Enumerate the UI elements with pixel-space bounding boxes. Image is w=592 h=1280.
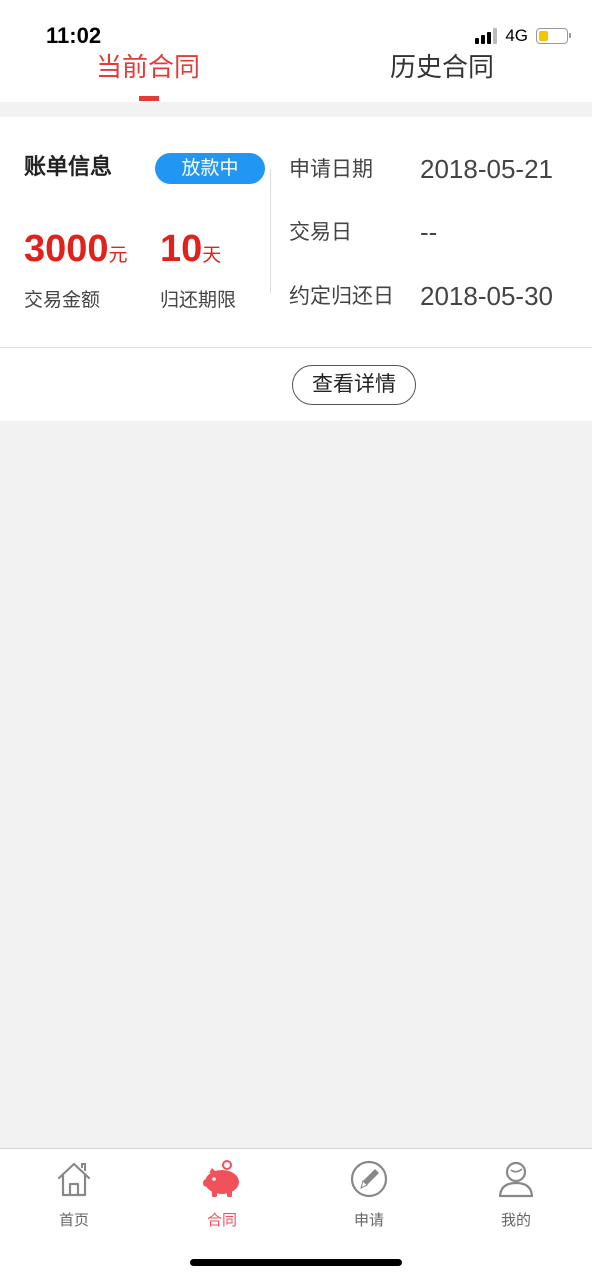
amount-label: 交易金额	[24, 289, 101, 311]
repayment-term: 10天	[160, 227, 221, 278]
term-value: 10	[160, 228, 203, 270]
status-indicators: 4G	[475, 26, 571, 46]
amount-value: 3000	[24, 228, 109, 270]
term-unit: 天	[202, 244, 222, 266]
user-icon	[498, 1161, 534, 1198]
nav-label-home: 首页	[58, 1211, 89, 1229]
nav-label-contract: 合同	[206, 1211, 237, 1229]
home-icon	[57, 1162, 91, 1197]
nav-item-apply[interactable]: 申请	[319, 1159, 419, 1239]
contract-tabs: 当前合同 历史合同	[0, 50, 592, 102]
horizontal-divider	[0, 347, 592, 348]
nav-item-contract[interactable]: 合同	[172, 1159, 272, 1239]
nav-item-mine[interactable]: 我的	[466, 1159, 566, 1239]
nav-label-mine: 我的	[500, 1211, 531, 1229]
battery-icon	[536, 28, 571, 44]
apply-date-label: 申请日期	[289, 157, 373, 181]
term-label: 归还期限	[160, 289, 237, 311]
trade-date-value: --	[420, 217, 438, 247]
vertical-divider	[270, 169, 271, 293]
transaction-amount: 3000元	[24, 227, 128, 278]
trade-date-label: 交易日	[289, 220, 352, 244]
home-indicator	[190, 1259, 402, 1266]
piggy-bank-icon	[203, 1160, 239, 1197]
tab-current-contract[interactable]: 当前合同	[48, 50, 248, 102]
signal-icon	[475, 28, 498, 44]
bill-title: 账单信息	[24, 155, 113, 180]
amount-unit: 元	[108, 244, 128, 266]
tab-history-contract[interactable]: 历史合同	[342, 50, 542, 102]
due-date-label: 约定归还日	[289, 284, 394, 308]
apply-date-value: 2018-05-21	[420, 154, 553, 184]
pencil-circle-icon	[350, 1160, 388, 1198]
active-tab-indicator	[139, 96, 159, 101]
bill-card: 账单信息 放款中 3000元 10天 交易金额 归还期限 申请日期 2018-0…	[0, 117, 592, 421]
status-bar: 11:02 4G	[0, 0, 592, 50]
network-type: 4G	[505, 26, 528, 45]
status-badge: 放款中	[155, 153, 265, 184]
nav-item-home[interactable]: 首页	[24, 1159, 124, 1239]
nav-label-apply: 申请	[353, 1211, 384, 1229]
due-date-value: 2018-05-30	[420, 281, 553, 311]
view-details-button[interactable]: 查看详情	[292, 365, 416, 405]
status-time: 11:02	[46, 23, 102, 48]
